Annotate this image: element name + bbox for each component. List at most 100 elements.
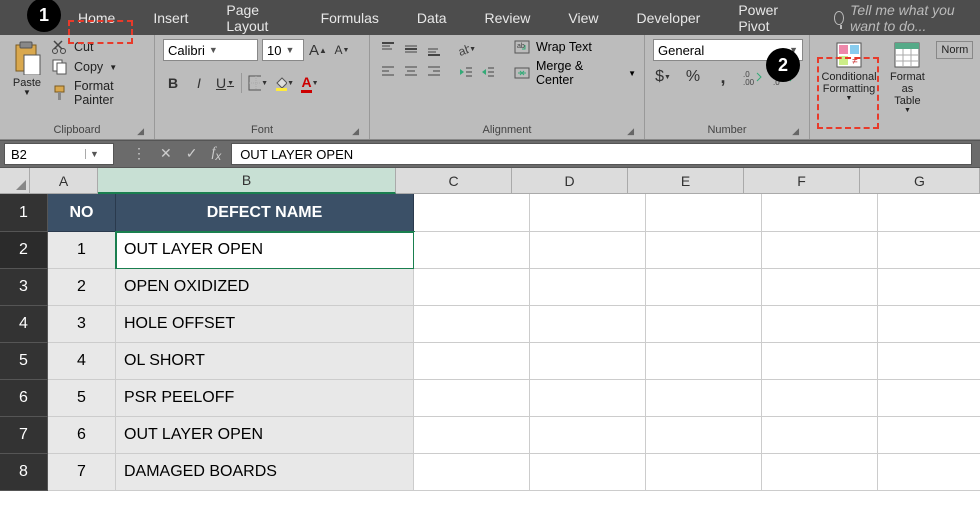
tab-page-layout[interactable]: Page Layout bbox=[218, 0, 290, 40]
cell[interactable] bbox=[878, 306, 980, 343]
grow-font-button[interactable]: A▲ bbox=[308, 40, 328, 60]
align-bottom-button[interactable] bbox=[424, 39, 444, 59]
cell[interactable] bbox=[414, 232, 530, 269]
cell-no[interactable]: 5 bbox=[48, 380, 116, 417]
row-header-5[interactable]: 5 bbox=[0, 343, 48, 380]
tab-power-pivot[interactable]: Power Pivot bbox=[730, 0, 799, 40]
cell[interactable] bbox=[414, 306, 530, 343]
paste-button[interactable]: Paste ▼ bbox=[8, 39, 46, 100]
row-header-8[interactable]: 8 bbox=[0, 454, 48, 491]
cancel-formula-icon[interactable]: ✕ bbox=[160, 145, 172, 162]
tab-data[interactable]: Data bbox=[409, 4, 455, 32]
cell[interactable] bbox=[878, 454, 980, 491]
increase-indent-button[interactable] bbox=[478, 62, 498, 82]
cell-defect[interactable]: HOLE OFFSET bbox=[116, 306, 414, 343]
format-as-table-button[interactable]: Format as Table▼ bbox=[886, 39, 929, 117]
col-header-f[interactable]: F bbox=[744, 168, 860, 194]
shrink-font-button[interactable]: A▼ bbox=[332, 40, 352, 60]
cell[interactable] bbox=[878, 417, 980, 454]
cut-button[interactable]: Cut bbox=[52, 39, 146, 55]
cell-no[interactable]: 7 bbox=[48, 454, 116, 491]
row-header-6[interactable]: 6 bbox=[0, 380, 48, 417]
cell[interactable] bbox=[762, 306, 878, 343]
tell-me-search[interactable]: Tell me what you want to do... bbox=[834, 2, 980, 34]
align-left-button[interactable] bbox=[378, 62, 398, 82]
formula-bar[interactable]: OUT LAYER OPEN bbox=[231, 143, 972, 165]
tab-insert[interactable]: Insert bbox=[145, 4, 196, 32]
font-name-combo[interactable]: Calibri▼ bbox=[163, 39, 258, 61]
cell[interactable] bbox=[414, 343, 530, 380]
cell[interactable] bbox=[646, 343, 762, 380]
fill-color-button[interactable]: ▼ bbox=[274, 73, 294, 93]
dialog-launcher-icon[interactable]: ◢ bbox=[352, 126, 359, 137]
accounting-format-button[interactable]: $▼ bbox=[653, 67, 673, 87]
cell[interactable] bbox=[762, 232, 878, 269]
enter-formula-icon[interactable]: ✓ bbox=[186, 145, 198, 162]
cell[interactable] bbox=[414, 194, 530, 232]
cell-styles-button[interactable]: Norm bbox=[935, 39, 975, 61]
cell[interactable] bbox=[530, 269, 646, 306]
cell[interactable] bbox=[646, 232, 762, 269]
cell-no[interactable]: 4 bbox=[48, 343, 116, 380]
tab-developer[interactable]: Developer bbox=[629, 4, 709, 32]
cell[interactable] bbox=[414, 269, 530, 306]
fx-icon[interactable]: fx bbox=[211, 145, 221, 163]
formula-options-icon[interactable]: ⋮ bbox=[132, 145, 146, 162]
cell[interactable] bbox=[646, 269, 762, 306]
cell[interactable] bbox=[530, 380, 646, 417]
cell[interactable] bbox=[646, 417, 762, 454]
cell-defect[interactable]: DAMAGED BOARDS bbox=[116, 454, 414, 491]
cell[interactable] bbox=[762, 343, 878, 380]
cell[interactable] bbox=[762, 269, 878, 306]
cell[interactable] bbox=[414, 380, 530, 417]
row-header-2[interactable]: 2 bbox=[0, 232, 48, 269]
row-header-7[interactable]: 7 bbox=[0, 417, 48, 454]
cell-no[interactable]: 6 bbox=[48, 417, 116, 454]
italic-button[interactable]: I bbox=[189, 73, 209, 93]
underline-button[interactable]: U▼ bbox=[215, 73, 235, 93]
dialog-launcher-icon[interactable]: ◢ bbox=[137, 126, 144, 137]
format-painter-button[interactable]: Format Painter bbox=[52, 79, 146, 107]
name-box-input[interactable] bbox=[5, 147, 85, 162]
tab-review[interactable]: Review bbox=[477, 4, 539, 32]
tab-view[interactable]: View bbox=[560, 4, 606, 32]
row-header-4[interactable]: 4 bbox=[0, 306, 48, 343]
cell[interactable] bbox=[414, 417, 530, 454]
col-header-e[interactable]: E bbox=[628, 168, 744, 194]
col-header-b[interactable]: B bbox=[98, 168, 396, 194]
cell[interactable] bbox=[530, 232, 646, 269]
percent-format-button[interactable]: % bbox=[683, 67, 703, 87]
cell[interactable] bbox=[414, 454, 530, 491]
cell-defect[interactable]: OL SHORT bbox=[116, 343, 414, 380]
cell[interactable] bbox=[878, 380, 980, 417]
cell[interactable] bbox=[762, 417, 878, 454]
copy-button[interactable]: Copy ▼ bbox=[52, 59, 146, 75]
cell[interactable] bbox=[530, 306, 646, 343]
cell-defect[interactable]: OUT LAYER OPEN bbox=[116, 417, 414, 454]
font-size-combo[interactable]: 10▼ bbox=[262, 39, 304, 61]
select-all-corner[interactable] bbox=[0, 168, 30, 194]
cell[interactable] bbox=[878, 269, 980, 306]
cell[interactable] bbox=[762, 454, 878, 491]
col-header-a[interactable]: A bbox=[30, 168, 98, 194]
decrease-indent-button[interactable] bbox=[456, 62, 476, 82]
cell-no[interactable]: 3 bbox=[48, 306, 116, 343]
cell[interactable] bbox=[878, 343, 980, 380]
cell[interactable] bbox=[878, 232, 980, 269]
bold-button[interactable]: B bbox=[163, 73, 183, 93]
name-box[interactable]: ▼ bbox=[4, 143, 114, 165]
row-header-1[interactable]: 1 bbox=[0, 194, 48, 232]
col-header-g[interactable]: G bbox=[860, 168, 980, 194]
cell[interactable] bbox=[530, 343, 646, 380]
align-center-button[interactable] bbox=[401, 62, 421, 82]
tab-formulas[interactable]: Formulas bbox=[313, 4, 387, 32]
wrap-text-button[interactable]: ab Wrap Text bbox=[514, 39, 636, 55]
cell[interactable] bbox=[646, 194, 762, 232]
conditional-formatting-button[interactable]: ≠ Conditional Formatting▼ bbox=[818, 39, 880, 105]
cell-defect[interactable]: PSR PEELOFF bbox=[116, 380, 414, 417]
borders-button[interactable]: ▼ bbox=[248, 73, 268, 93]
cell[interactable] bbox=[878, 194, 980, 232]
dialog-launcher-icon[interactable]: ◢ bbox=[627, 126, 634, 137]
font-color-button[interactable]: A▼ bbox=[300, 73, 320, 93]
cell[interactable] bbox=[646, 306, 762, 343]
